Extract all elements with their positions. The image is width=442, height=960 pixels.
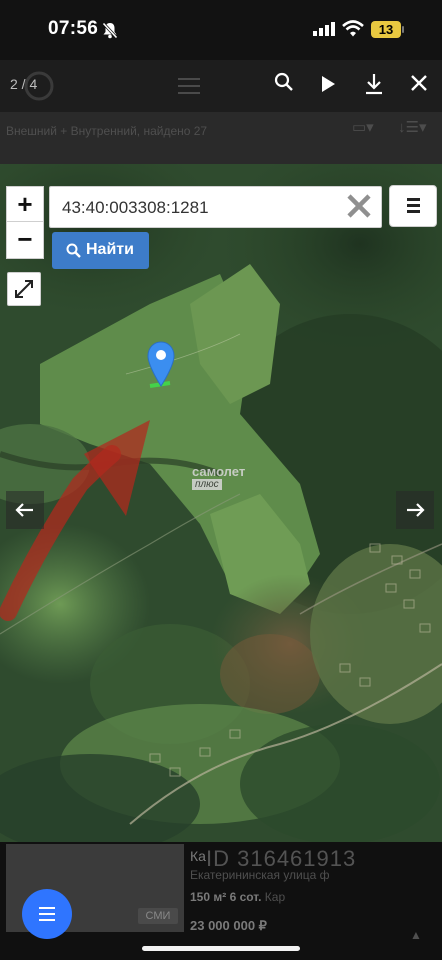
sort-icon: ↓☰▾ xyxy=(398,119,427,136)
listing-area-extra: Кар xyxy=(264,890,286,904)
ghost-menu-icon xyxy=(178,78,200,99)
zoom-out-button[interactable]: − xyxy=(6,221,44,259)
close-icon[interactable] xyxy=(410,74,428,92)
play-icon[interactable] xyxy=(320,75,336,93)
view-toggle-icon: ▭▾ xyxy=(352,119,374,136)
find-button[interactable]: Найти xyxy=(52,232,149,269)
photo-counter: 2 / 4 xyxy=(10,76,38,92)
arrow-left-icon xyxy=(15,503,33,517)
signal-icon xyxy=(313,22,335,36)
smi-badge: СМИ xyxy=(138,908,178,924)
find-button-label: Найти xyxy=(86,241,134,258)
map-watermark: самолет xyxy=(192,464,246,479)
status-time: 07:56 xyxy=(48,18,99,39)
cadastral-search-input[interactable] xyxy=(60,195,344,221)
search-icon[interactable] xyxy=(274,72,294,94)
listing-area-value: 150 м² 6 сот. xyxy=(190,890,262,904)
location-pin-icon[interactable] xyxy=(146,340,176,388)
menu-fab-button[interactable] xyxy=(22,889,72,939)
listing-title: Ка xyxy=(190,848,206,864)
fullscreen-button[interactable] xyxy=(7,272,41,306)
clear-icon[interactable] xyxy=(346,193,372,219)
wifi-icon xyxy=(342,20,364,37)
battery-tip xyxy=(402,26,404,33)
map-menu-button[interactable] xyxy=(389,185,437,227)
photo-watermark-id: ID 316461913 xyxy=(206,846,357,871)
results-count: Внешний + Внутренний, найдено 27 xyxy=(6,124,208,138)
map-watermark-sub: плюс xyxy=(192,479,222,490)
search-icon xyxy=(66,243,81,258)
listing-price: 23 000 000 ₽ xyxy=(190,918,267,933)
zoom-in-button[interactable]: + xyxy=(6,186,44,224)
next-photo-button[interactable] xyxy=(396,491,434,529)
download-icon[interactable] xyxy=(364,73,384,95)
bell-slash-icon xyxy=(102,22,118,39)
prev-photo-button[interactable] xyxy=(6,491,44,529)
expand-icon xyxy=(15,280,33,298)
list-filter-bar xyxy=(0,112,442,164)
battery-icon: 13 xyxy=(371,21,401,38)
chevron-down-icon: ▲ xyxy=(410,928,422,942)
listing-area: 150 м² 6 сот. Кар xyxy=(190,890,285,904)
arrow-right-icon xyxy=(407,503,425,517)
home-indicator xyxy=(142,946,300,951)
cadastral-search-box xyxy=(49,186,382,228)
